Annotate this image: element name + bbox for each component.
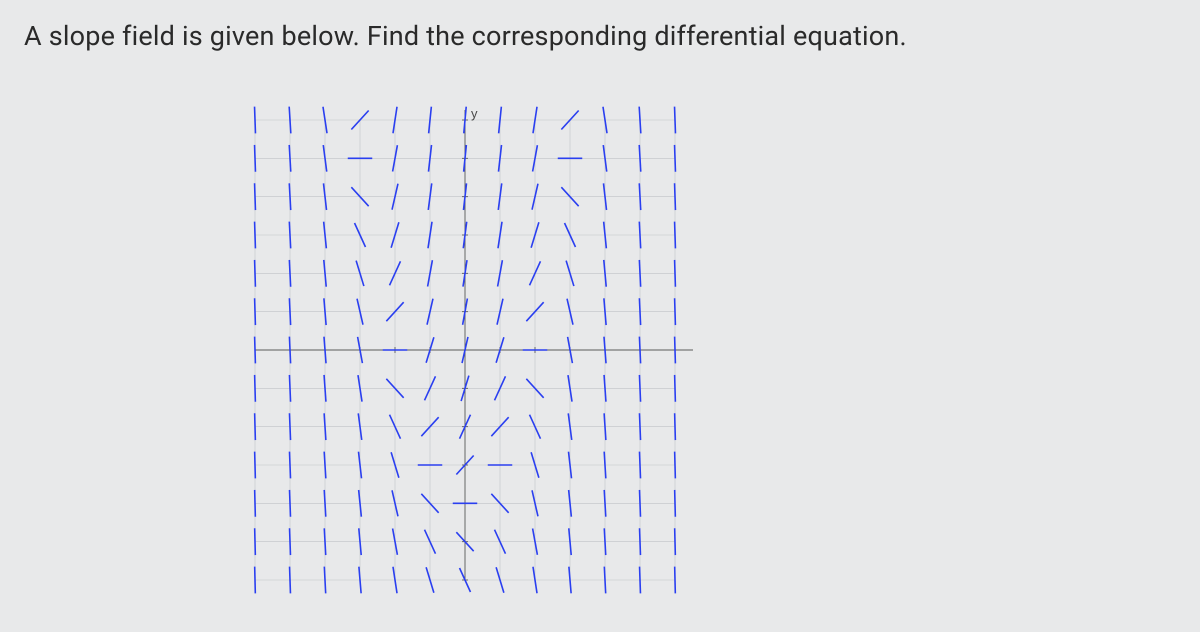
question-prompt: A slope field is given below. Find the c… <box>24 20 907 52</box>
slope-field-svg: xy <box>235 100 695 600</box>
svg-text:y: y <box>471 106 478 121</box>
question-page: A slope field is given below. Find the c… <box>0 0 1200 632</box>
slope-field-figure: xy <box>235 100 695 600</box>
